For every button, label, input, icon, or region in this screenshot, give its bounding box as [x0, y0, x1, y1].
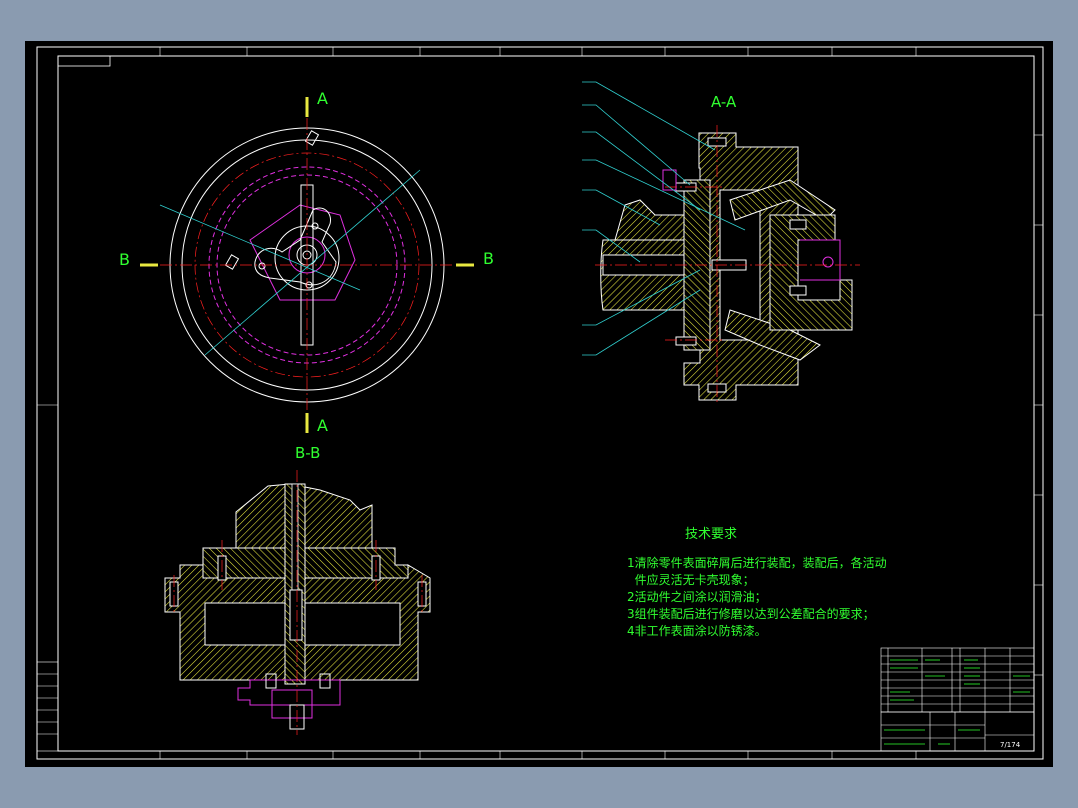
tech-requirement-line-1: 1清除零件表面碎屑后进行装配，装配后，各活动 [627, 555, 887, 570]
cad-drawing-canvas: A A B B A-A B-B 技术要求 1清除零件表面碎屑后进行装配，装配后，… [25, 41, 1053, 767]
cut-label-b-right: B [483, 249, 494, 268]
cut-label-a-top: A [317, 89, 328, 108]
cut-label-b-left: B [119, 250, 130, 269]
cut-label-a-bottom: A [317, 416, 328, 435]
tech-requirement-line-3: 2活动件之间涂以润滑油； [627, 589, 767, 604]
tech-requirement-line-4: 3组件装配后进行修磨以达到公差配合的要求； [627, 606, 875, 621]
section-bb-title: B-B [295, 444, 320, 462]
tech-requirement-line-2: 件应灵活无卡壳现象； [627, 572, 755, 587]
tech-requirements-title: 技术要求 [685, 527, 737, 542]
drawing-code: 7/174 [1000, 741, 1021, 749]
section-aa-title: A-A [711, 93, 737, 111]
drawing-sheet [25, 41, 1053, 767]
tech-requirement-line-5: 4非工作表面涂以防锈漆。 [627, 623, 767, 638]
